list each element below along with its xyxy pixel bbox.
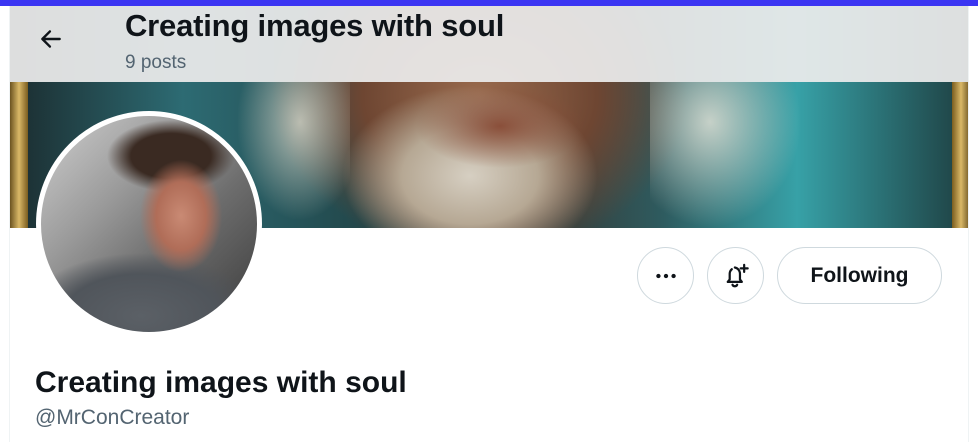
banner-frame-left [10, 82, 28, 228]
avatar[interactable] [36, 111, 262, 337]
header-title: Creating images with soul [125, 8, 505, 43]
back-button[interactable] [32, 20, 70, 58]
header-post-count: 9 posts [125, 52, 187, 73]
more-button[interactable] [637, 247, 694, 304]
profile-handle: @MrConCreator [35, 406, 190, 429]
profile-page: Creating images with soul 9 posts Follow… [9, 6, 969, 442]
arrow-left-icon [41, 30, 61, 48]
profile-header-bar: Creating images with soul 9 posts [10, 6, 968, 82]
ellipsis-icon [655, 273, 676, 278]
banner-hair-right [650, 82, 910, 228]
profile-display-name: Creating images with soul [35, 366, 407, 399]
notifications-button[interactable] [707, 247, 764, 304]
bell-plus-icon [726, 263, 749, 287]
following-button[interactable]: Following [777, 247, 942, 304]
banner-frame-right [952, 82, 968, 228]
